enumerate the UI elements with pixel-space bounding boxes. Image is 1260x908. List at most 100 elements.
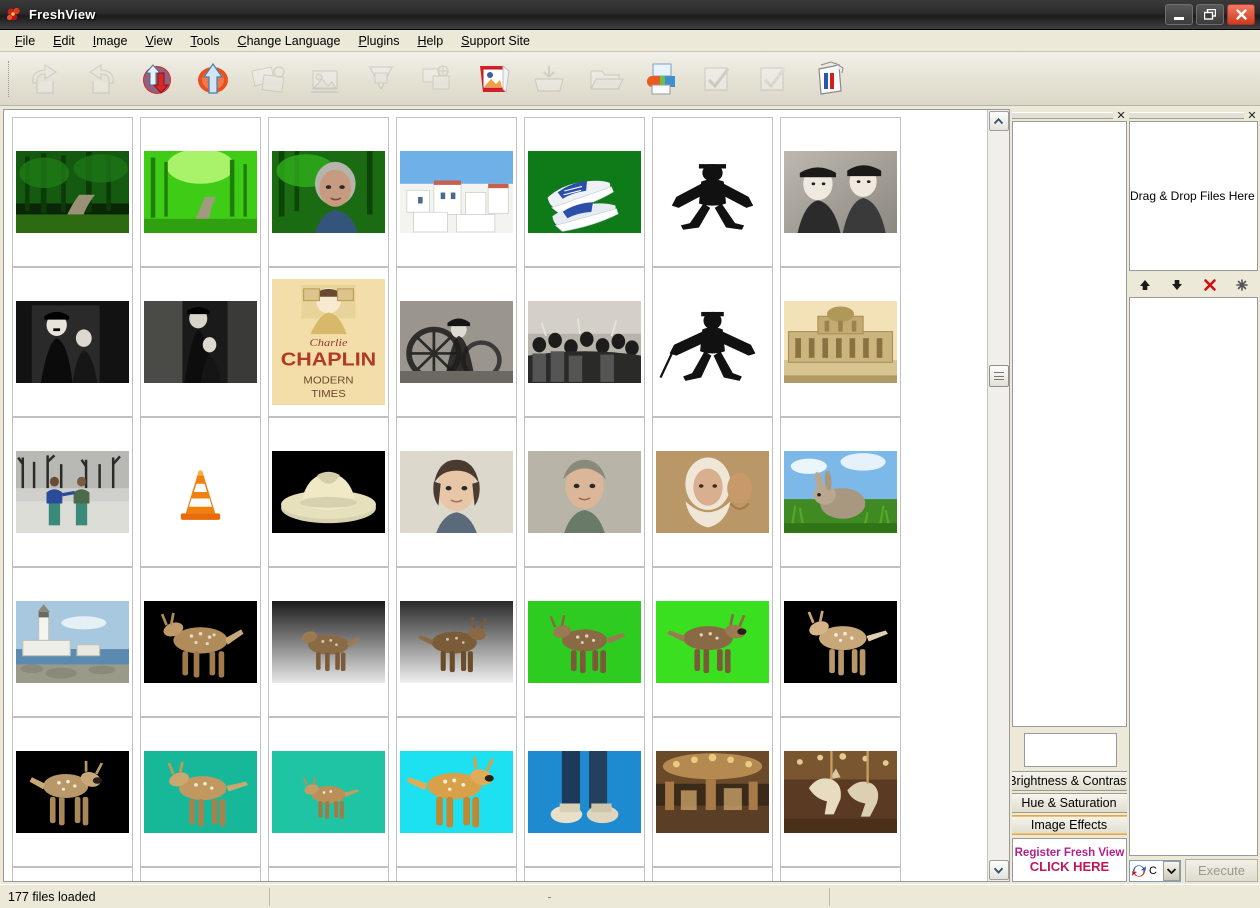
effects-dock-header[interactable]: ✕: [1012, 109, 1127, 121]
chevron-down-icon[interactable]: [1163, 860, 1180, 881]
thumbnail-cell[interactable]: [524, 117, 645, 267]
remove-icon[interactable]: [1199, 275, 1221, 295]
thumbnail-cell[interactable]: [140, 417, 261, 567]
move-down-icon[interactable]: [1166, 275, 1188, 295]
batch-dock-header[interactable]: ✕: [1129, 109, 1258, 121]
effects-dock-close-icon[interactable]: ✕: [1115, 109, 1127, 121]
open-folder-button[interactable]: [577, 55, 633, 103]
menu-tools[interactable]: Tools: [181, 32, 228, 50]
thumbnail-cell[interactable]: [652, 267, 773, 417]
color-adjust-button[interactable]: [801, 55, 857, 103]
print-button[interactable]: [633, 55, 689, 103]
thumbnail-cell[interactable]: [396, 267, 517, 417]
thumbnail-cell[interactable]: [12, 567, 133, 717]
thumbnail-cell[interactable]: [780, 867, 901, 881]
thumbnail-cell[interactable]: [780, 417, 901, 567]
svg-text:MODERN: MODERN: [303, 375, 353, 386]
scroll-up-button[interactable]: [988, 111, 1009, 131]
crop-button[interactable]: [353, 55, 409, 103]
thumbnail-cell[interactable]: [396, 117, 517, 267]
thumbnail-cell[interactable]: [268, 117, 389, 267]
thumbnail-cell[interactable]: [652, 867, 773, 881]
register-ad-banner[interactable]: Register Fresh View CLICK HERE: [1012, 838, 1127, 882]
thumbnail-cell[interactable]: [652, 117, 773, 267]
thumbnail-cell[interactable]: [140, 717, 261, 867]
thumbnail-cell[interactable]: [524, 267, 645, 417]
thumbnail-image: [784, 301, 897, 383]
thumbnail-cell[interactable]: [268, 717, 389, 867]
menu-support-site[interactable]: Support Site: [452, 32, 539, 50]
web-gallery-button[interactable]: [409, 55, 465, 103]
thumbnail-cell[interactable]: [524, 417, 645, 567]
drop-zone-panel[interactable]: Drag & Drop Files Here ...: [1129, 121, 1258, 271]
thumbnail-cell[interactable]: [780, 117, 901, 267]
restore-button[interactable]: [1196, 4, 1224, 25]
thumbnail-cell[interactable]: [652, 567, 773, 717]
thumbnail-cell[interactable]: [780, 717, 901, 867]
thumbnail-cell[interactable]: [140, 867, 261, 881]
effects-dock-grip[interactable]: [1012, 111, 1113, 119]
rotate-left-button[interactable]: [17, 55, 73, 103]
thumbnail-cell[interactable]: [396, 417, 517, 567]
thumbnail-cell[interactable]: [12, 717, 133, 867]
thumbnail-cell[interactable]: [12, 267, 133, 417]
thumbnail-cell[interactable]: [652, 717, 773, 867]
resize-images-button[interactable]: [185, 55, 241, 103]
thumbnail-cell[interactable]: [780, 267, 901, 417]
thumbnail-cell[interactable]: [140, 117, 261, 267]
batch-list-panel[interactable]: [1129, 297, 1258, 856]
thumbnail-cell[interactable]: [12, 417, 133, 567]
thumbnail-cell[interactable]: [524, 567, 645, 717]
menu-image[interactable]: Image: [84, 32, 137, 50]
effects-preview-panel[interactable]: [1012, 121, 1127, 727]
thumbnail-grid[interactable]: Charlie CHAPLIN MODERN TIMES: [4, 110, 987, 881]
batch-dock-close-icon[interactable]: ✕: [1246, 109, 1258, 121]
menu-edit[interactable]: Edit: [44, 32, 84, 50]
clear-all-icon[interactable]: [1231, 275, 1253, 295]
menu-change-language[interactable]: Change Language: [229, 32, 350, 50]
convert-images-button[interactable]: [129, 55, 185, 103]
select-all-button[interactable]: [689, 55, 745, 103]
toolbar-grip[interactable]: [8, 60, 11, 97]
menu-file[interactable]: File: [6, 32, 44, 50]
thumbnail-cell[interactable]: [140, 267, 261, 417]
menu-help[interactable]: Help: [408, 32, 452, 50]
hue-saturation-button[interactable]: Hue & Saturation: [1012, 793, 1127, 813]
thumbnail-cell[interactable]: [12, 117, 133, 267]
thumbnail-cell[interactable]: [268, 417, 389, 567]
thumbnail-cell[interactable]: [12, 867, 133, 881]
thumbnail-cell[interactable]: Charlie CHAPLIN MODERN TIMES: [268, 267, 389, 417]
thumbnail-cell[interactable]: [780, 567, 901, 717]
save-all-button[interactable]: [521, 55, 577, 103]
slideshow-button[interactable]: [465, 55, 521, 103]
image-effects-button[interactable]: Image Effects: [1012, 815, 1127, 835]
batch-dock-grip[interactable]: [1129, 111, 1244, 119]
scroll-thumb[interactable]: [988, 364, 1009, 387]
brightness-contrast-button[interactable]: Brightness & Contrast: [1012, 771, 1127, 791]
menu-plugins[interactable]: Plugins: [349, 32, 408, 50]
move-up-icon[interactable]: [1134, 275, 1156, 295]
menu-view[interactable]: View: [136, 32, 181, 50]
thumbnail-cell[interactable]: [524, 867, 645, 881]
minimize-button[interactable]: [1165, 4, 1193, 25]
thumbnail-cell[interactable]: [396, 567, 517, 717]
select-none-button[interactable]: [745, 55, 801, 103]
watermark-button[interactable]: [297, 55, 353, 103]
thumbnail-cell[interactable]: [396, 867, 517, 881]
scroll-down-button[interactable]: [988, 860, 1009, 880]
thumbnail-scrollbar[interactable]: [987, 110, 1009, 881]
thumbnail-cell[interactable]: [140, 567, 261, 717]
effects-dock: ✕ Brightness & Contrast Hue & Saturation…: [1012, 109, 1127, 882]
thumbnail-cell[interactable]: [396, 717, 517, 867]
effects-preview-thumb[interactable]: [1024, 733, 1117, 767]
thumbnail-cell[interactable]: [268, 567, 389, 717]
thumbnail-cell[interactable]: [652, 417, 773, 567]
rotate-right-button[interactable]: [73, 55, 129, 103]
close-button[interactable]: [1227, 4, 1255, 25]
batch-operation-combo[interactable]: C: [1129, 859, 1181, 882]
rename-files-button[interactable]: [241, 55, 297, 103]
execute-button[interactable]: Execute: [1185, 859, 1258, 882]
thumbnail-cell[interactable]: [268, 867, 389, 881]
thumbnail-cell[interactable]: [524, 717, 645, 867]
scroll-track[interactable]: [988, 132, 1009, 859]
